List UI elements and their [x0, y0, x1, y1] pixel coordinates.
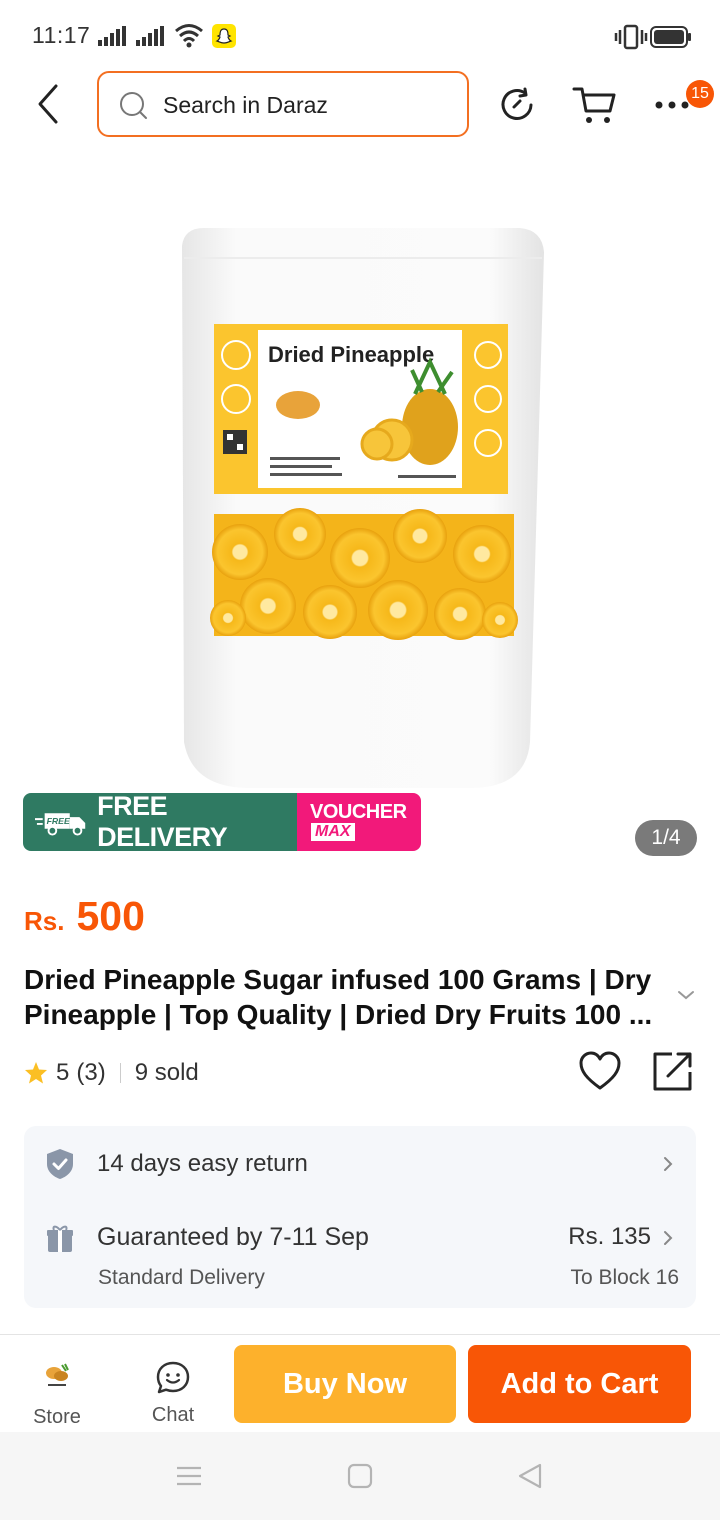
rating-row: 5 (3) 9 sold: [24, 1056, 199, 1090]
signal-icon: [136, 26, 164, 46]
wifi-icon: [175, 24, 203, 48]
delivery-guarantee: Guaranteed by 7-11 Sep: [97, 1223, 369, 1251]
system-navigation-bar: [0, 1432, 720, 1520]
product-image[interactable]: Dried Pineapple: [170, 222, 550, 792]
status-bar: 11:17: [0, 0, 720, 70]
chat-icon: [156, 1361, 190, 1394]
free-delivery-badge: FREE FREE DELIVERY: [23, 793, 297, 851]
shield-check-icon: [47, 1149, 73, 1179]
recent-apps-icon[interactable]: [175, 1462, 203, 1490]
image-counter: 1/4: [635, 820, 697, 856]
svg-text:Dried Pineapple: Dried Pineapple: [268, 342, 434, 367]
expand-title-chevron-icon[interactable]: [676, 988, 696, 1002]
share-icon[interactable]: [652, 1050, 694, 1092]
package-icon: [47, 1225, 73, 1252]
back-nav-icon[interactable]: [516, 1462, 544, 1490]
back-button[interactable]: [30, 82, 70, 126]
rating-divider: [119, 1063, 121, 1083]
top-header: Search in Daraz: [0, 70, 720, 140]
buy-now-button[interactable]: Buy Now: [234, 1345, 456, 1423]
chat-button[interactable]: Chat: [132, 1345, 214, 1426]
sold-count: 9 sold: [134, 1059, 199, 1086]
chevron-right-icon: [664, 1157, 673, 1171]
bottom-action-bar: Store Chat Buy Now Add to Cart: [0, 1334, 720, 1432]
voucher-max-label: MAX: [311, 823, 355, 841]
free-delivery-label: FREE DELIVERY: [97, 793, 228, 851]
price-currency: Rs.: [24, 906, 65, 936]
easy-return-row[interactable]: 14 days easy return: [24, 1126, 696, 1200]
voucher-label: VOUCHER: [310, 801, 407, 823]
voucher-max-badge: VOUCHER MAX: [297, 793, 421, 851]
delivery-destination: To Block 16: [570, 1266, 679, 1289]
delivery-row[interactable]: Guaranteed by 7-11 Sep Standard Delivery…: [24, 1212, 696, 1302]
wishlist-heart-icon[interactable]: [578, 1050, 622, 1092]
store-label: Store: [33, 1406, 81, 1428]
chat-label: Chat: [151, 1404, 195, 1426]
home-icon[interactable]: [346, 1462, 374, 1490]
search-placeholder: Search in Daraz: [163, 92, 328, 118]
store-button[interactable]: Store: [16, 1345, 98, 1428]
more-options-icon[interactable]: [654, 100, 690, 110]
product-title: Dried Pineapple Sugar infused 100 Grams …: [24, 964, 653, 1030]
battery-icon: [650, 26, 691, 48]
chevron-right-icon: [664, 1231, 673, 1245]
service-info-card: 14 days easy return Guaranteed by 7-11 S…: [24, 1126, 696, 1308]
svg-text:FREE: FREE: [47, 816, 71, 826]
product-price: Rs. 500: [24, 893, 145, 940]
signal-icon: [98, 26, 126, 46]
rating-score: 5: [56, 1059, 70, 1086]
status-time: 11:17: [32, 22, 91, 48]
snapchat-icon: [212, 24, 236, 48]
easy-return-text: 14 days easy return: [97, 1150, 308, 1177]
cart-count-badge: 15: [686, 80, 714, 108]
search-input[interactable]: Search in Daraz: [97, 71, 469, 137]
price-value: 500: [76, 893, 145, 939]
store-logo-icon: [46, 1363, 69, 1386]
cart-icon[interactable]: [572, 83, 618, 127]
delivery-type: Standard Delivery: [98, 1266, 265, 1289]
rating-count[interactable]: (3): [76, 1059, 105, 1087]
refresh-history-icon[interactable]: [498, 85, 538, 125]
star-icon: [25, 1062, 47, 1084]
vibrate-icon: [614, 24, 648, 50]
search-icon: [120, 92, 147, 119]
add-to-cart-button[interactable]: Add to Cart: [468, 1345, 691, 1423]
promo-banner: FREE FREE DELIVERY VOUCHER MAX: [23, 793, 421, 851]
delivery-price: Rs. 135: [568, 1223, 651, 1250]
delivery-truck-icon: FREE: [35, 813, 86, 836]
